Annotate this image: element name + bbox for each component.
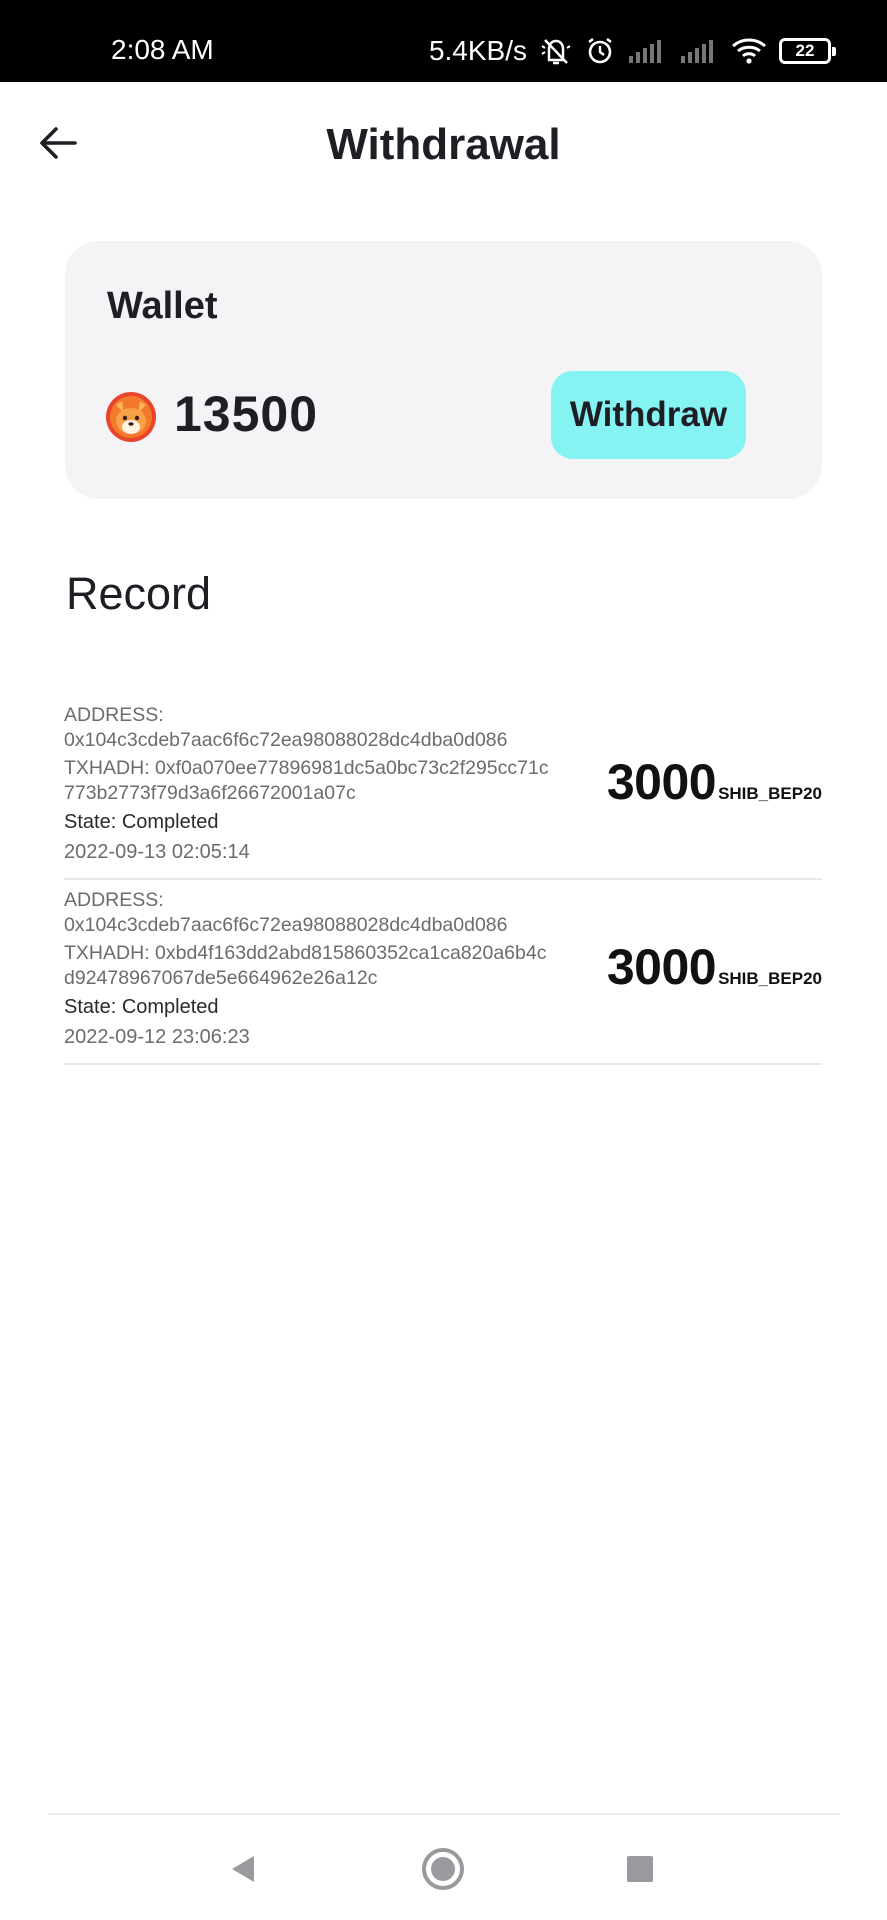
txhash-line-2: 773b2773f79d3a6f26672001a07c bbox=[64, 781, 356, 804]
txhash-line-2: d92478967067de5e664962e26a12c bbox=[64, 966, 378, 989]
record-state: State: Completed bbox=[64, 996, 219, 1018]
status-icons: 5.4KB/s 22 bbox=[428, 30, 836, 72]
back-triangle-icon bbox=[232, 1856, 254, 1882]
record-details: ADDRESS: 0x104c3cdeb7aac6f6c72ea98088028… bbox=[64, 888, 584, 1049]
system-nav-bar bbox=[0, 1815, 887, 1920]
record-unit: SHIB_BEP20 bbox=[718, 969, 822, 988]
address-label: ADDRESS: bbox=[64, 704, 164, 726]
record-amount-group: 3000 SHIB_BEP20 bbox=[607, 938, 822, 996]
mute-icon bbox=[539, 36, 573, 66]
record-amount: 3000 bbox=[606, 939, 717, 995]
record-date: 2022-09-13 02:05:14 bbox=[64, 840, 250, 863]
home-circle-icon bbox=[422, 1848, 464, 1890]
wifi-icon bbox=[731, 37, 767, 65]
record-list: ADDRESS: 0x104c3cdeb7aac6f6c72ea98088028… bbox=[64, 695, 822, 1065]
wallet-label: Wallet bbox=[107, 285, 218, 327]
record-state: State: Completed bbox=[64, 811, 219, 833]
nav-recents-button[interactable] bbox=[616, 1845, 664, 1893]
record-item[interactable]: ADDRESS: 0x104c3cdeb7aac6f6c72ea98088028… bbox=[64, 695, 822, 880]
alarm-icon bbox=[585, 36, 615, 66]
status-time: 2:08 AM bbox=[111, 34, 214, 65]
record-amount: 3000 bbox=[606, 754, 717, 810]
shiba-inu-coin-icon bbox=[106, 392, 156, 442]
nav-back-button[interactable] bbox=[219, 1845, 267, 1893]
network-speed: 5.4KB/s bbox=[428, 35, 527, 66]
record-details: ADDRESS: 0x104c3cdeb7aac6f6c72ea98088028… bbox=[64, 703, 584, 864]
address-value: 0x104c3cdeb7aac6f6c72ea98088028dc4dba0d0… bbox=[64, 913, 508, 936]
status-bar: 2:08 AM 5.4KB/s 22 bbox=[0, 0, 887, 82]
record-unit: SHIB_BEP20 bbox=[718, 784, 822, 803]
record-amount-group: 3000 SHIB_BEP20 bbox=[607, 753, 822, 811]
address-value: 0x104c3cdeb7aac6f6c72ea98088028dc4dba0d0… bbox=[64, 728, 508, 751]
address-label: ADDRESS: bbox=[64, 889, 164, 911]
record-item[interactable]: ADDRESS: 0x104c3cdeb7aac6f6c72ea98088028… bbox=[64, 880, 822, 1065]
wallet-balance: 13500 bbox=[174, 386, 319, 442]
txhash-line-1: TXHADH: 0xf0a070ee77896981dc5a0bc73c2f29… bbox=[64, 757, 549, 779]
nav-home-button[interactable] bbox=[419, 1845, 467, 1893]
signal-icon bbox=[679, 38, 719, 64]
withdraw-button[interactable]: Withdraw bbox=[551, 371, 746, 459]
signal-icon bbox=[627, 38, 667, 64]
battery-icon: 22 bbox=[779, 38, 836, 64]
record-title: Record bbox=[66, 568, 212, 619]
recents-square-icon bbox=[627, 1856, 653, 1882]
txhash-line-1: TXHADH: 0xbd4f163dd2abd815860352ca1ca820… bbox=[64, 942, 547, 964]
wallet-card: Wallet 13500 Withdraw bbox=[65, 241, 822, 499]
record-date: 2022-09-12 23:06:23 bbox=[64, 1025, 250, 1048]
page-title: Withdrawal bbox=[326, 120, 561, 169]
